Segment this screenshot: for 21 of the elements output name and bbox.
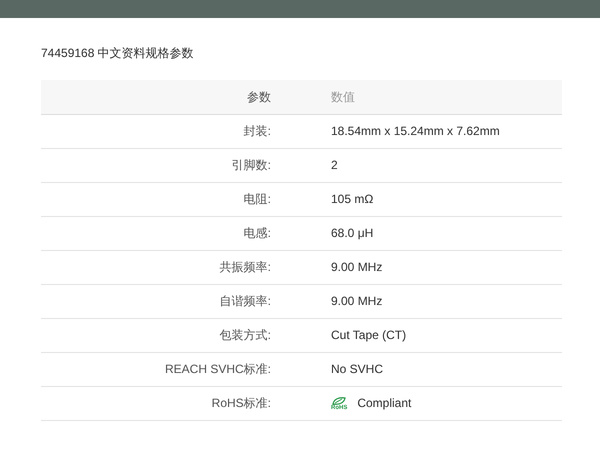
table-cell: RoHS标准:	[41, 386, 271, 420]
table-cell: 105 mΩ	[271, 182, 562, 216]
table-cell: 68.0 μH	[271, 216, 562, 250]
table-cell: 包装方式:	[41, 318, 271, 352]
table-cell: 共振频率:	[41, 250, 271, 284]
table-cell: 电感:	[41, 216, 271, 250]
table-cell: 封装:	[41, 114, 271, 148]
table-cell: No SVHC	[271, 352, 562, 386]
table-cell: 引脚数:	[41, 148, 271, 182]
table-cell: 9.00 MHz	[271, 284, 562, 318]
table-cell: 9.00 MHz	[271, 250, 562, 284]
table-cell: Cut Tape (CT)	[271, 318, 562, 352]
table-cell-value: Compliant	[357, 396, 412, 410]
table-cell: 自谐频率:	[41, 284, 271, 318]
table-cell: REACH SVHC标准:	[41, 352, 271, 386]
column-header: 数值	[271, 80, 562, 114]
table-cell: 电阻:	[41, 182, 271, 216]
page-title: 74459168 中文资料规格参数	[41, 45, 195, 61]
table-cell: 2	[271, 148, 562, 182]
table-cell: 18.54mm x 15.24mm x 7.62mm	[271, 114, 562, 148]
column-header: 参数	[41, 80, 271, 114]
